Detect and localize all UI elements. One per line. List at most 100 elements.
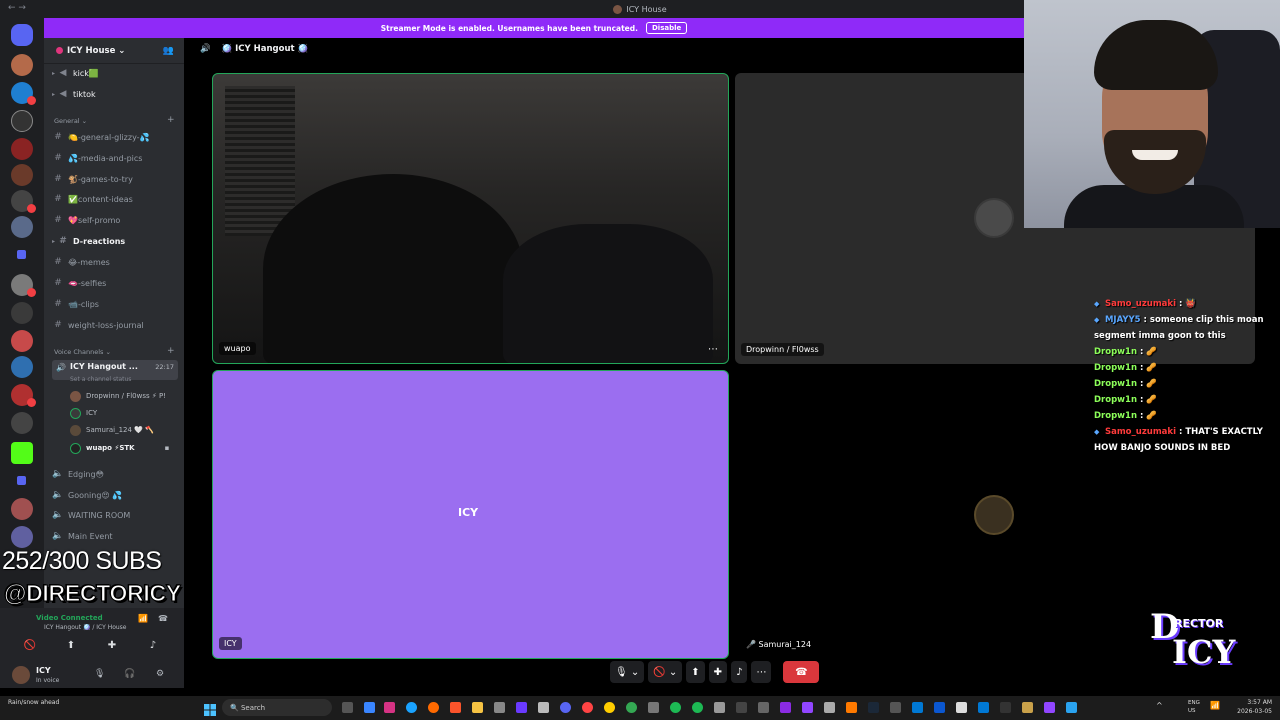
mic-icon[interactable]: 🎙 bbox=[94, 669, 105, 679]
server-avatar[interactable] bbox=[11, 412, 33, 434]
app-icon[interactable] bbox=[384, 702, 395, 713]
add-channel-icon[interactable]: + bbox=[167, 115, 175, 125]
spotify-icon[interactable] bbox=[692, 702, 703, 713]
server-header[interactable]: ICY House ⌄ 👥 bbox=[44, 38, 184, 64]
settings-gear-icon[interactable]: ⚙ bbox=[156, 669, 164, 679]
channel-weight-loss[interactable]: # weight-loss-journal bbox=[52, 316, 180, 334]
app-icon[interactable] bbox=[824, 702, 835, 713]
category-general[interactable]: General ⌄ + bbox=[54, 115, 175, 125]
app-icon[interactable] bbox=[736, 702, 747, 713]
app-icon[interactable] bbox=[890, 702, 901, 713]
app-icon[interactable] bbox=[626, 702, 637, 713]
user-avatar[interactable] bbox=[12, 666, 30, 684]
app-icon[interactable] bbox=[912, 702, 923, 713]
disable-streamer-mode-button[interactable]: Disable bbox=[646, 22, 688, 34]
chrome-icon[interactable] bbox=[604, 702, 615, 713]
windows-start-icon[interactable] bbox=[204, 701, 216, 716]
app-icon[interactable] bbox=[670, 702, 681, 713]
server-avatar[interactable] bbox=[11, 498, 33, 520]
app-icon[interactable] bbox=[1066, 702, 1077, 713]
app-icon[interactable] bbox=[714, 702, 725, 713]
more-options-icon[interactable]: ⋯ bbox=[708, 344, 718, 355]
channel-kick[interactable]: ▸ ◀ kick🟩 bbox=[52, 64, 180, 82]
channel-general[interactable]: # 🍋-general-glizzy-💦 bbox=[52, 128, 180, 146]
folder-icon[interactable] bbox=[17, 250, 26, 259]
app-icon[interactable] bbox=[934, 702, 945, 713]
server-avatar[interactable] bbox=[11, 330, 33, 352]
server-avatar[interactable] bbox=[11, 356, 33, 378]
brave-icon[interactable] bbox=[450, 702, 461, 713]
app-icon[interactable] bbox=[780, 702, 791, 713]
firefox-icon[interactable] bbox=[428, 702, 439, 713]
server-avatar[interactable] bbox=[11, 54, 33, 76]
server-avatar[interactable] bbox=[11, 110, 33, 132]
weather-widget[interactable]: Rain/snow ahead bbox=[8, 699, 59, 707]
app-icon[interactable] bbox=[758, 702, 769, 713]
app-icon[interactable] bbox=[1044, 702, 1055, 713]
mic-toggle-button[interactable]: 🎙 ⌄ bbox=[610, 661, 645, 683]
channel-tiktok[interactable]: ▸ ◀ tiktok bbox=[52, 85, 180, 103]
voice-user[interactable]: Samurai_124 🤍 🪓 bbox=[70, 422, 154, 438]
steam-icon[interactable] bbox=[868, 702, 879, 713]
channel-memes[interactable]: # 😂-memes bbox=[52, 253, 180, 271]
category-voice[interactable]: Voice Channels ⌄ + bbox=[54, 346, 175, 356]
voice-location[interactable]: ICY Hangout 🪩 / ICY House bbox=[44, 624, 127, 631]
discord-icon[interactable] bbox=[560, 702, 571, 713]
app-icon[interactable] bbox=[1000, 702, 1011, 713]
app-icon[interactable] bbox=[978, 702, 989, 713]
app-icon[interactable] bbox=[364, 702, 375, 713]
activities-icon[interactable]: ✚ bbox=[100, 636, 124, 654]
tray-chevron-icon[interactable]: ^ bbox=[1156, 701, 1163, 710]
camera-toggle-button[interactable]: 🚫 ⌄ bbox=[648, 661, 683, 683]
channel-self-promo[interactable]: # 💖self-promo bbox=[52, 211, 180, 229]
channel-games[interactable]: # 🐒-games-to-try bbox=[52, 170, 180, 188]
app-icon[interactable] bbox=[582, 702, 593, 713]
voice-channel-waiting-room[interactable]: 🔈 WAITING ROOM bbox=[52, 506, 180, 524]
channel-content-ideas[interactable]: # ✅content-ideas bbox=[52, 190, 180, 208]
headphones-icon[interactable]: 🎧 bbox=[124, 669, 135, 679]
kick-icon[interactable] bbox=[11, 442, 33, 464]
voice-channel-main-event[interactable]: 🔈 Main Event bbox=[52, 527, 180, 545]
voice-user[interactable]: wuapo ⚡STK ▪ bbox=[70, 440, 169, 456]
discord-home-icon[interactable] bbox=[11, 24, 33, 46]
server-avatar[interactable] bbox=[11, 526, 33, 548]
add-channel-icon[interactable]: + bbox=[167, 346, 175, 356]
server-avatar[interactable] bbox=[11, 216, 33, 238]
invite-people-icon[interactable]: 👥 bbox=[163, 46, 174, 56]
screen-share-icon[interactable]: ⬆ bbox=[59, 636, 83, 654]
channel-status[interactable]: Set a channel status bbox=[70, 376, 131, 383]
app-icon[interactable] bbox=[538, 702, 549, 713]
app-icon[interactable] bbox=[846, 702, 857, 713]
taskbar-search[interactable]: 🔍 Search bbox=[222, 699, 332, 716]
clock[interactable]: 3:57 AM 2026-03-05 bbox=[1237, 698, 1272, 716]
hang-up-button[interactable]: ☎ bbox=[783, 661, 820, 683]
screen-share-button[interactable]: ⬆ bbox=[686, 661, 705, 683]
camera-off-icon[interactable]: 🚫 bbox=[18, 636, 42, 654]
app-icon[interactable] bbox=[648, 702, 659, 713]
activities-button[interactable]: ✚ bbox=[708, 661, 728, 683]
task-view-icon[interactable] bbox=[342, 702, 353, 713]
app-icon[interactable] bbox=[956, 702, 967, 713]
voice-user[interactable]: ICY bbox=[70, 405, 97, 421]
app-icon[interactable] bbox=[516, 702, 527, 713]
app-icon[interactable] bbox=[802, 702, 813, 713]
channel-clips[interactable]: # 📹-clips bbox=[52, 295, 180, 313]
channel-selfies[interactable]: # 🫦-selfies bbox=[52, 274, 180, 292]
server-avatar[interactable] bbox=[11, 302, 33, 324]
more-options-button[interactable]: ⋯ bbox=[751, 661, 772, 683]
voice-user[interactable]: Dropwinn / Fl0wss ⚡ P! bbox=[70, 388, 166, 404]
voice-channel-gooning[interactable]: 🔈 Gooning😍 💦 bbox=[52, 486, 180, 504]
channel-media[interactable]: # 💦-media-and-pics bbox=[52, 149, 180, 167]
server-avatar[interactable] bbox=[11, 138, 33, 160]
edge-icon[interactable] bbox=[406, 702, 417, 713]
voice-channel-edging[interactable]: 🔈 Edging😳 bbox=[52, 465, 180, 483]
soundboard-button[interactable]: ♪ bbox=[731, 661, 748, 683]
signal-icon[interactable]: 📶 bbox=[138, 614, 148, 623]
back-forward-icon[interactable]: ← → bbox=[8, 3, 26, 13]
video-tile-icy[interactable]: ICY ICY bbox=[212, 370, 729, 659]
app-icon[interactable] bbox=[494, 702, 505, 713]
app-icon[interactable] bbox=[1022, 702, 1033, 713]
video-tile-wuapo[interactable]: wuapo ⋯ bbox=[212, 73, 729, 364]
soundboard-icon[interactable]: ♪ bbox=[141, 636, 165, 654]
network-icon[interactable]: 📶 bbox=[1210, 701, 1220, 710]
